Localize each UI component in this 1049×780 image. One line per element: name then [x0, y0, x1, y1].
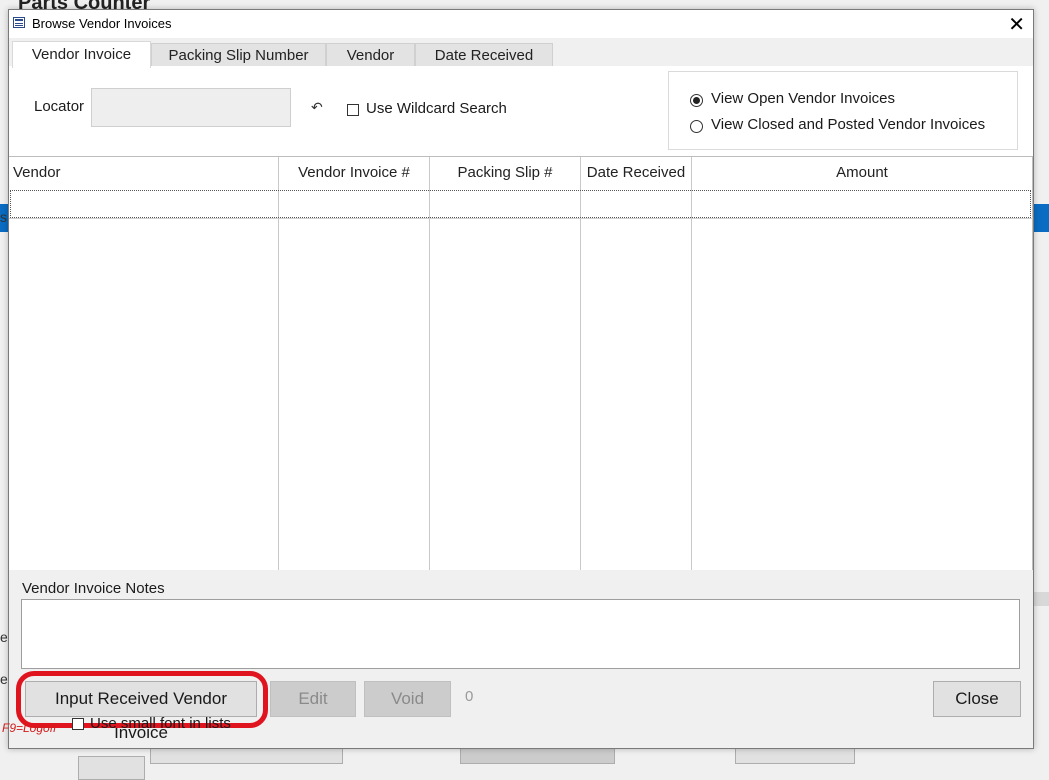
view-closed-radio[interactable] [690, 120, 703, 133]
background-button [78, 756, 145, 780]
column-header-packing-slip-number[interactable]: Packing Slip # [430, 157, 580, 189]
vendor-invoice-grid[interactable]: Vendor Vendor Invoice # Packing Slip # D… [9, 156, 1033, 570]
locator-input[interactable] [91, 88, 291, 127]
view-open-radio[interactable] [690, 94, 703, 107]
background-strip [1034, 592, 1049, 606]
logoff-hint: F9=Logoff [2, 721, 57, 735]
background-fragment: e [0, 671, 8, 687]
background-fragment: e [0, 629, 8, 645]
browse-vendor-invoices-dialog: Browse Vendor Invoices ✕ Vendor Invoice … [8, 9, 1034, 749]
small-font-checkbox[interactable] [72, 718, 84, 730]
wildcard-search-label[interactable]: Use Wildcard Search [366, 100, 507, 117]
view-closed-label[interactable]: View Closed and Posted Vendor Invoices [711, 116, 985, 133]
small-font-label[interactable]: Use small font in lists [90, 715, 231, 732]
tab-vendor-invoice[interactable]: Vendor Invoice [12, 41, 151, 68]
view-filter-group: View Open Vendor Invoices View Closed an… [668, 71, 1018, 150]
close-icon[interactable]: ✕ [1008, 12, 1025, 37]
undo-icon[interactable]: ↶ [311, 99, 323, 116]
tab-date-received[interactable]: Date Received [415, 43, 553, 67]
row-divider [9, 218, 1033, 219]
background-fragment: s [0, 209, 7, 225]
wildcard-search-checkbox[interactable] [347, 104, 359, 116]
edit-button[interactable]: Edit [270, 681, 356, 717]
vendor-invoice-notes-label: Vendor Invoice Notes [22, 580, 165, 597]
view-open-label[interactable]: View Open Vendor Invoices [711, 90, 895, 107]
column-header-vendor-invoice-number[interactable]: Vendor Invoice # [279, 157, 429, 189]
locator-label: Locator [34, 98, 85, 115]
column-header-amount[interactable]: Amount [692, 157, 1032, 189]
close-button[interactable]: Close [933, 681, 1021, 717]
title-bar: Browse Vendor Invoices ✕ [9, 10, 1033, 38]
dialog-title: Browse Vendor Invoices [32, 16, 172, 31]
table-row[interactable] [10, 190, 1031, 218]
column-header-vendor[interactable]: Vendor [13, 157, 61, 189]
tab-vendor[interactable]: Vendor [326, 43, 415, 67]
vendor-invoice-notes-field[interactable] [21, 599, 1020, 669]
record-count: 0 [465, 688, 474, 705]
tab-packing-slip-number[interactable]: Packing Slip Number [151, 43, 326, 67]
app-window-icon [13, 17, 25, 28]
void-button[interactable]: Void [364, 681, 451, 717]
grid-header: Vendor Vendor Invoice # Packing Slip # D… [9, 157, 1033, 189]
column-header-date-received[interactable]: Date Received [581, 157, 691, 189]
tab-panel: Locator ↶ Use Wildcard Search View Open … [9, 66, 1033, 156]
